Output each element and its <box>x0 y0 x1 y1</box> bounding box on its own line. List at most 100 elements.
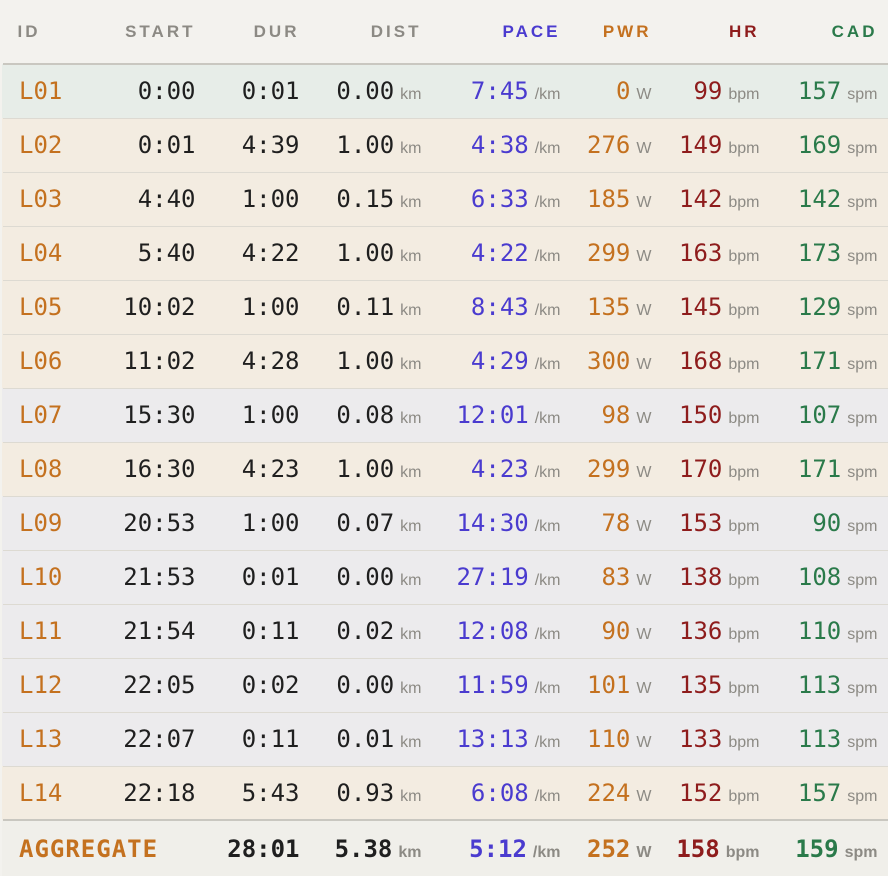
unit-w: W <box>636 787 652 805</box>
lap-hr: 99 <box>693 77 723 106</box>
lap-pace-cell: 13:13/km <box>433 712 573 767</box>
column-header-pwr[interactable]: PWR <box>572 0 664 65</box>
unit-per-km: /km <box>534 680 561 697</box>
lap-hr-cell: 142 bpm <box>663 172 772 227</box>
table-row[interactable]: L09 20:53 1:00 0.07 km 14:30/km 78 W 153 bpm 90 spm <box>1 496 888 551</box>
aggregate-hr-cell: 158 bpm <box>663 819 772 876</box>
lap-dist-cell: 0.15 km <box>311 172 434 227</box>
column-header-dur[interactable]: DUR <box>207 0 312 65</box>
lap-dur: 0:11 <box>207 604 312 659</box>
table-row[interactable]: L07 15:30 1:00 0.08 km 12:01/km 98 W 150 bpm 107 sp… <box>1 388 888 443</box>
lap-cad: 173 <box>797 239 842 267</box>
lap-dist-cell: 1.00 km <box>311 226 434 281</box>
table-row[interactable]: L14 22:18 5:43 0.93 km 6:08/km 224 W 152 bpm 157 sp… <box>1 766 888 821</box>
lap-pwr-cell: 90 W <box>572 604 664 659</box>
lap-hr: 145 <box>679 293 723 321</box>
lap-cad-cell: 113 spm <box>771 658 888 713</box>
unit-spm: spm <box>847 464 878 481</box>
aggregate-pace: 5:12 <box>469 834 527 863</box>
lap-start: 15:30 <box>121 388 208 443</box>
lap-pwr-cell: 98 W <box>572 388 664 443</box>
table-row[interactable]: L02 0:01 4:39 1.00 km 4:38/km 276 W 149 bpm 169 spm <box>1 118 888 173</box>
table-row[interactable]: L03 4:40 1:00 0.15 km 6:33/km 185 W 142 bpm 142 spm <box>1 172 888 227</box>
aggregate-pace-cell: 5:12/km <box>433 819 573 876</box>
unit-w: W <box>636 734 652 751</box>
unit-bpm: bpm <box>728 194 760 211</box>
lap-hr-cell: 145 bpm <box>663 280 772 335</box>
table-row[interactable]: L06 11:02 4:28 1.00 km 4:29/km 300 W 168 bpm 171 sp… <box>1 334 888 389</box>
column-header-start[interactable]: START <box>121 0 208 65</box>
lap-id: L07 <box>1 388 122 443</box>
lap-hr-cell: 170 bpm <box>663 442 772 497</box>
lap-pwr-cell: 185 W <box>572 172 664 227</box>
column-header-cad[interactable]: CAD <box>771 0 888 65</box>
lap-id: L02 <box>1 118 122 173</box>
lap-pace: 11:59 <box>456 671 529 699</box>
lap-hr-cell: 168 bpm <box>663 334 772 389</box>
lap-dist: 0.08 <box>336 401 395 429</box>
lap-dur: 0:02 <box>207 658 312 713</box>
lap-hr-cell: 150 bpm <box>663 388 772 443</box>
lap-dist-cell: 1.00 km <box>311 334 434 389</box>
lap-dist: 1.00 <box>336 455 395 483</box>
lap-dist: 1.00 <box>336 239 395 267</box>
unit-bpm: bpm <box>728 572 760 589</box>
lap-hr: 136 <box>679 617 723 645</box>
lap-id: L04 <box>1 226 122 281</box>
unit-km: km <box>400 787 422 805</box>
unit-km: km <box>400 140 422 157</box>
lap-cad-cell: 142 spm <box>771 172 888 227</box>
lap-pace: 27:19 <box>456 563 529 591</box>
table-row[interactable]: L12 22:05 0:02 0.00 km 11:59/km 101 W 135 bpm 113 s… <box>1 658 888 713</box>
lap-cad-cell: 171 spm <box>771 442 888 497</box>
lap-dist: 0.02 <box>336 617 395 645</box>
unit-spm: spm <box>847 680 878 697</box>
unit-w: W <box>636 626 652 643</box>
table-row[interactable]: L13 22:07 0:11 0.01 km 13:13/km 110 W 133 bpm 113 s… <box>1 712 888 767</box>
table-row[interactable]: L10 21:53 0:01 0.00 km 27:19/km 83 W 138 bpm 108 sp… <box>1 550 888 605</box>
lap-dur: 1:00 <box>207 172 312 227</box>
lap-pace-cell: 4:38/km <box>433 118 573 173</box>
column-header-hr[interactable]: HR <box>663 0 772 65</box>
lap-hr-cell: 138 bpm <box>663 550 772 605</box>
unit-per-km: /km <box>534 464 561 481</box>
lap-pwr-cell: 83 W <box>572 550 664 605</box>
lap-start: 0:01 <box>121 118 208 173</box>
lap-hr: 170 <box>679 455 723 483</box>
unit-km: km <box>400 572 422 589</box>
aggregate-cad-cell: 159 spm <box>771 819 888 876</box>
unit-bpm: bpm <box>728 464 760 481</box>
lap-dur: 0:11 <box>207 712 312 767</box>
unit-km: km <box>400 680 422 697</box>
lap-start: 20:53 <box>121 496 208 551</box>
column-header-dist[interactable]: DIST <box>311 0 434 65</box>
column-header-id[interactable]: ID <box>1 0 122 65</box>
laps-table-body: L01 0:00 0:01 0.00 km 7:45/km 0 W 99 bpm 157 spm L02… <box>1 64 888 876</box>
lap-start: 10:02 <box>121 280 208 335</box>
lap-cad: 142 <box>797 185 842 213</box>
lap-start: 11:02 <box>121 334 208 389</box>
lap-hr: 138 <box>679 563 723 591</box>
lap-dist-cell: 0.01 km <box>311 712 434 767</box>
table-row[interactable]: L01 0:00 0:01 0.00 km 7:45/km 0 W 99 bpm 157 spm <box>1 64 888 119</box>
lap-cad: 108 <box>797 563 842 591</box>
lap-pwr-cell: 300 W <box>572 334 664 389</box>
aggregate-row[interactable]: AGGREGATE 28:01 5.38 km 5:12/km 252 W 158 b… <box>1 819 888 876</box>
table-row[interactable]: L05 10:02 1:00 0.11 km 8:43/km 135 W 145 bpm 129 sp… <box>1 280 888 335</box>
table-row[interactable]: L08 16:30 4:23 1.00 km 4:23/km 299 W 170 bpm 171 sp… <box>1 442 888 497</box>
unit-per-km: /km <box>534 140 561 157</box>
lap-pwr: 299 <box>587 455 631 483</box>
lap-id: L01 <box>1 64 122 119</box>
unit-per-km: /km <box>534 194 561 211</box>
aggregate-dist: 5.38 <box>334 834 393 863</box>
column-header-pace[interactable]: PACE <box>433 0 573 65</box>
lap-pace-cell: 12:01/km <box>433 388 573 443</box>
lap-cad: 113 <box>797 725 842 753</box>
lap-hr: 150 <box>679 401 723 429</box>
unit-km: km <box>400 518 422 535</box>
table-row[interactable]: L11 21:54 0:11 0.02 km 12:08/km 90 W 136 bpm 110 sp… <box>1 604 888 659</box>
table-row[interactable]: L04 5:40 4:22 1.00 km 4:22/km 299 W 163 bpm 173 spm <box>1 226 888 281</box>
lap-cad: 157 <box>797 778 842 807</box>
unit-bpm: bpm <box>728 356 760 373</box>
aggregate-dur: 28:01 <box>207 819 312 876</box>
